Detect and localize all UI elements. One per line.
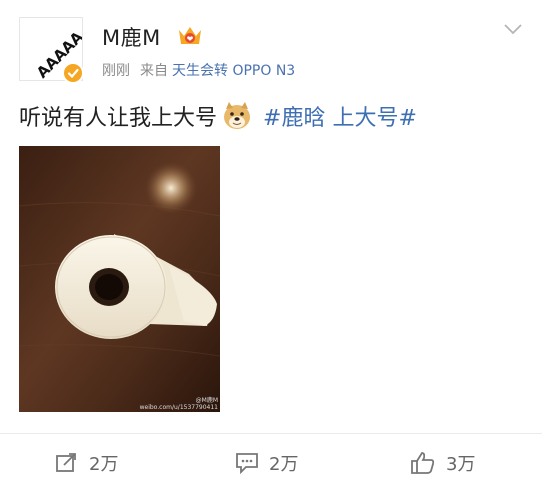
like-count: 3万 [446,454,476,475]
image-watermark: @M鹿M weibo.com/u/1537790411 [139,397,218,411]
post-meta: 刚刚 来自 天生会转 OPPO N3 [102,60,295,80]
author-name[interactable]: M鹿M [102,22,161,52]
comment-icon [236,453,258,474]
svg-text:❤: ❤ [187,35,194,44]
post-image[interactable]: @M鹿M weibo.com/u/1537790411 [19,146,220,412]
chevron-down-icon[interactable] [503,22,523,36]
source-prefix: 来自 [140,63,168,79]
post-time: 刚刚 [102,63,130,79]
weibo-post: AAAAA M鹿M ❤ 刚刚来自天生会转 OPPO N3 听说有人让我上大号 [0,0,542,491]
source-device-link[interactable]: 天生会转 OPPO N3 [172,63,295,79]
member-crown-icon[interactable]: ❤ [176,24,204,48]
verified-icon [62,62,84,84]
like-button[interactable]: 3万 [410,447,475,479]
post-body: 听说有人让我上大号 [19,106,218,131]
thumbs-up-icon [411,452,435,474]
repost-count: 2万 [89,454,119,475]
action-divider [0,433,542,434]
toilet-paper-photo [19,146,220,412]
comment-button[interactable]: 2万 [235,447,298,479]
repost-button[interactable]: 2万 [55,447,118,479]
hashtag-link[interactable]: #鹿晗 上大号# [263,100,417,132]
comment-count: 2万 [269,454,299,475]
post-text: 听说有人让我上大号 #鹿晗 上大号# [19,100,417,132]
repost-icon [56,453,76,472]
doge-emoji-icon [224,102,251,129]
